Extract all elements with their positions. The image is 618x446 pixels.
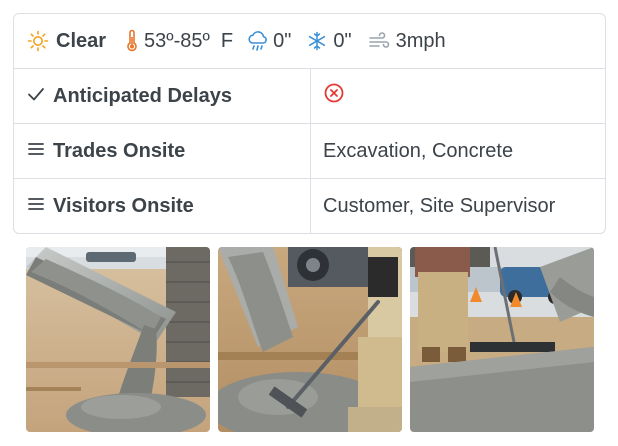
delays-label: Anticipated Delays [53,84,232,107]
sun-icon [27,30,49,52]
photo-gallery [26,247,594,432]
visitors-label: Visitors Onsite [53,194,194,217]
weather-condition: Clear [56,29,107,52]
rain-amount: 0" [273,29,292,52]
concrete-screed-photo[interactable] [410,247,594,432]
thermometer-icon [126,29,138,53]
weather-row: Clear 53º-85º F 0" 0" 3mph [14,14,605,69]
checkmark-icon [27,85,45,108]
daily-report-card: Clear 53º-85º F 0" 0" 3mph Anticipated D… [13,13,606,234]
snowflake-icon [307,31,327,51]
rain-cloud-icon [247,30,269,52]
wind-icon [368,32,390,50]
trades-label: Trades Onsite [53,139,186,162]
x-circle-icon [323,82,345,110]
snow-amount: 0" [333,29,352,52]
list-icon [27,195,45,218]
visitors-value: Customer, Site Supervisor [323,194,556,217]
list-icon [27,140,45,163]
temperature-range: 53º-85º F [144,29,234,52]
wind-speed: 3mph [395,29,446,52]
concrete-chute-photo[interactable] [26,247,210,432]
visitors-row: Visitors Onsite Customer, Site Superviso… [14,179,605,233]
trades-value: Excavation, Concrete [323,139,514,162]
delays-row: Anticipated Delays [14,69,605,124]
trades-row: Trades Onsite Excavation, Concrete [14,124,605,179]
concrete-pour-rake-photo[interactable] [218,247,402,432]
